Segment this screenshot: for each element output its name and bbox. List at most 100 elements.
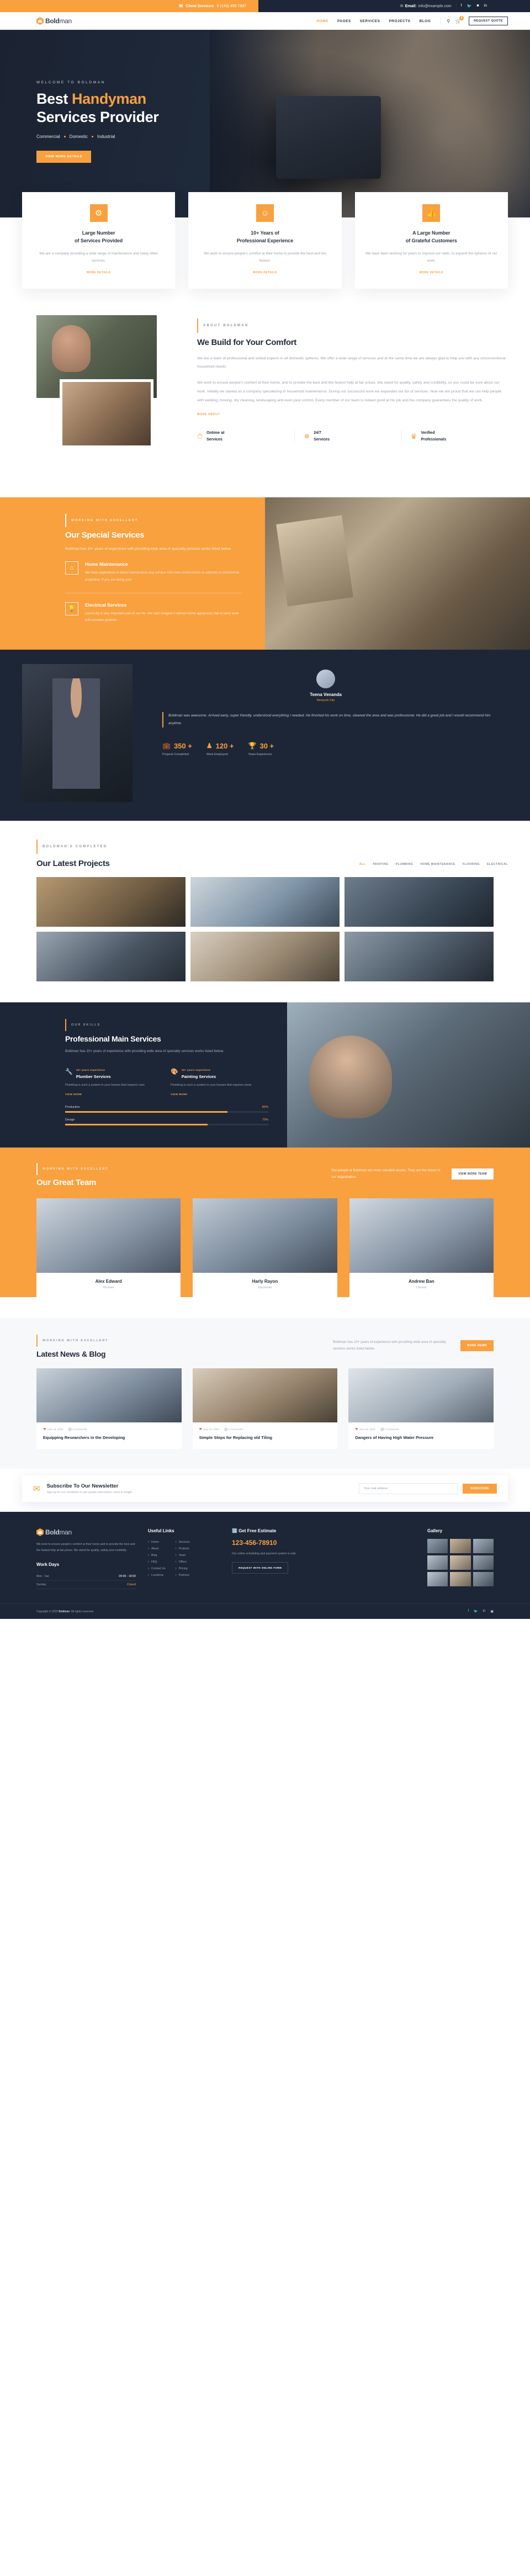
footer-estimate-phone[interactable]: 123-456-78910 (232, 1539, 415, 1547)
blog-post-card[interactable]: 📅 June 24, 2020 💬 2 Comments Equipping R… (36, 1368, 182, 1449)
top-bar-email[interactable]: ✉ Email: info@example.com (400, 4, 452, 9)
project-thumbnail[interactable] (344, 931, 494, 981)
nav-item-services[interactable]: SERVICES (360, 19, 380, 23)
service-card[interactable]: 🔧 10+ years experience Plumber Services … (65, 1064, 163, 1096)
request-quote-button[interactable]: REQUEST QUOTE (469, 17, 508, 25)
gallery-thumbnail[interactable] (450, 1538, 471, 1553)
facebook-icon[interactable]: f (468, 1610, 469, 1613)
newsletter-email-input[interactable]: Your mail address (359, 1483, 459, 1494)
blog-more-news-button[interactable]: MORE NEWS (460, 1340, 494, 1351)
gallery-thumbnail[interactable] (473, 1571, 494, 1586)
feature-card[interactable]: 👍 A Large Number of Grateful Customers We… (354, 192, 508, 289)
project-thumbnail[interactable] (344, 877, 494, 927)
blog-post-card[interactable]: 📅 June 24, 2020 💬 2 Comments Simple Step… (192, 1368, 338, 1449)
feature-more-link[interactable]: MORE DETAILS (365, 271, 498, 274)
service-view-more[interactable]: VIEW MORE (171, 1093, 268, 1096)
nav-item-home[interactable]: HOME (316, 19, 328, 23)
feature-card[interactable]: ⚙ Large Number of Services Provided We ar… (22, 192, 176, 289)
gallery-thumbnail[interactable] (450, 1571, 471, 1586)
project-thumbnail[interactable] (190, 877, 340, 927)
special-service-item[interactable]: ⌂ Home Maintenance We have experience in… (65, 553, 243, 592)
gallery-thumbnail[interactable] (427, 1555, 448, 1570)
footer-logo[interactable]: Boldman (36, 1528, 136, 1536)
nav-item-pages[interactable]: PAGES (337, 19, 351, 23)
footer-link[interactable]: Projects (176, 1545, 190, 1552)
footer-link[interactable]: Offers (176, 1559, 190, 1565)
footer-link[interactable]: Blog (148, 1552, 166, 1559)
footer-link[interactable]: FAQ (148, 1559, 166, 1565)
project-thumbnail[interactable] (190, 931, 340, 981)
footer-link[interactable]: Partners (176, 1572, 190, 1579)
gallery-thumbnail[interactable] (427, 1538, 448, 1553)
linkedin-square-icon[interactable]: in (483, 1610, 486, 1613)
service-card[interactable]: 🎨 10+ years experience Painting Services… (171, 1064, 268, 1096)
linkedin-square-icon[interactable]: ■ (476, 4, 479, 8)
nav-item-blog[interactable]: BLOG (420, 19, 431, 23)
nav-item-projects[interactable]: PROJECTS (389, 19, 410, 23)
team-member-photo (193, 1198, 337, 1273)
service-years: 10+ years experience (181, 1069, 211, 1072)
feature-more-link[interactable]: MORE DETAILS (198, 271, 331, 274)
twitter-icon[interactable]: 🐦 (467, 4, 472, 8)
main-services-title: Professional Main Services (65, 1034, 161, 1043)
accent-bar (36, 1334, 38, 1347)
about-more-link[interactable]: MORE ABOUT (197, 413, 220, 416)
newsletter-subscribe-button[interactable]: SUBSCRIBE (463, 1483, 497, 1494)
paint-roller-icon: 🎨 (171, 1068, 178, 1075)
gallery-thumbnail[interactable] (450, 1555, 471, 1570)
hero-cta-button[interactable]: VIEW MORE DETAILS (36, 150, 91, 163)
footer-link[interactable]: Home (148, 1539, 166, 1545)
thumbs-up-icon: 👍 (422, 204, 441, 222)
tab-home-maintenance[interactable]: HOME MAINTENANCE (420, 863, 455, 866)
tab-electrical[interactable]: ELECTRICAL (487, 863, 508, 866)
special-title: Our Special Services (65, 530, 145, 540)
special-service-item[interactable]: 💡 Electrical Services Electricity is ver… (65, 592, 243, 633)
footer-link[interactable]: Locations (148, 1572, 166, 1579)
top-bar-phone[interactable]: ☎ Client Services: 0 (143) 456 7897 (0, 0, 258, 12)
hero-title-highlight: Handyman (72, 91, 146, 107)
service-view-more[interactable]: VIEW MORE (65, 1093, 163, 1096)
gallery-thumbnail[interactable] (427, 1571, 448, 1586)
linkedin-icon[interactable]: in (484, 4, 487, 8)
stat-label: Projects Completed (162, 752, 189, 756)
footer-link[interactable]: Team (176, 1552, 190, 1559)
footer-link[interactable]: Contact Us (148, 1565, 166, 1572)
phone-label: Client Services: (186, 4, 215, 8)
cart-icon[interactable]: 🛒 0 (455, 15, 464, 24)
about-kicker: ABOUT BOLDMAN (203, 323, 249, 327)
nav-tools: ⚲ 🛒 0 REQUEST QUOTE (441, 15, 508, 25)
feature-more-link[interactable]: MORE DETAILS (32, 271, 165, 274)
feature-card[interactable]: ☺ 10+ Years of Professional Experience We… (188, 192, 342, 289)
site-logo[interactable]: Boldman (36, 17, 72, 25)
project-thumbnail[interactable] (36, 877, 186, 927)
gallery-thumbnail[interactable] (473, 1555, 494, 1570)
instagram-icon[interactable]: ▣ (490, 1610, 494, 1613)
tab-painting[interactable]: PAINTING (373, 863, 388, 866)
team-view-more-button[interactable]: VIEW MORE TEAM (452, 1168, 494, 1180)
project-thumbnail[interactable] (36, 931, 186, 981)
twitter-icon[interactable]: 🐦 (474, 1610, 478, 1613)
footer-workdays: Work Days Mon - Sat 09:00 - 18:00 Sunday… (36, 1562, 136, 1590)
blog-post-title[interactable]: Simple Steps for Replacing old Tiling (193, 1431, 338, 1449)
copyright-text: Copyright © 2020 Boldman. All rights res… (36, 1610, 94, 1613)
team-member-role: Electrician (258, 1286, 272, 1289)
footer-link[interactable]: Services (176, 1539, 190, 1545)
tab-flooring[interactable]: FLOORING (463, 863, 480, 866)
blog-post-title[interactable]: Dangers of Having High Water Pressure (348, 1431, 494, 1449)
testimonial-quote: Boldman was awesome. Arrived early, supe… (168, 713, 491, 725)
projects-title: Our Latest Projects (36, 858, 110, 868)
team-member-card[interactable]: Harly Rayon Electrician (193, 1198, 337, 1297)
footer-links-col-1: Home About Blog FAQ Contact Us Locations (148, 1539, 166, 1579)
blog-post-title[interactable]: Equipping Researchers in the Developing (36, 1431, 182, 1449)
footer-link[interactable]: Pricing (176, 1565, 190, 1572)
tab-all[interactable]: ALL (359, 863, 366, 866)
search-icon[interactable]: ⚲ (447, 19, 450, 24)
blog-post-card[interactable]: 📅 June 24, 2020 💬 2 Comments Dangers of … (348, 1368, 494, 1449)
footer-link[interactable]: About (148, 1545, 166, 1552)
team-member-card[interactable]: Andrew Ban Cleaner (349, 1198, 494, 1297)
facebook-icon[interactable]: f (461, 4, 462, 8)
tab-plumbing[interactable]: PLUMBING (396, 863, 414, 866)
team-member-card[interactable]: Alex Edward Plumber (36, 1198, 181, 1297)
footer-estimate-button[interactable]: REQUEST WITH ONLINE FORM (232, 1562, 289, 1574)
gallery-thumbnail[interactable] (473, 1538, 494, 1553)
